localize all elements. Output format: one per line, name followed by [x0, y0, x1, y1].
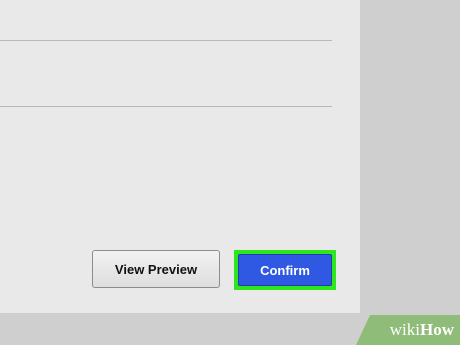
watermark-wiki-text: wiki [389, 320, 420, 339]
watermark-how-text: How [420, 320, 454, 339]
confirm-button[interactable]: Confirm [238, 254, 332, 286]
view-preview-button[interactable]: View Preview [92, 250, 220, 288]
divider [0, 106, 332, 107]
divider [0, 40, 332, 41]
wikihow-watermark: wiki How [356, 315, 460, 345]
